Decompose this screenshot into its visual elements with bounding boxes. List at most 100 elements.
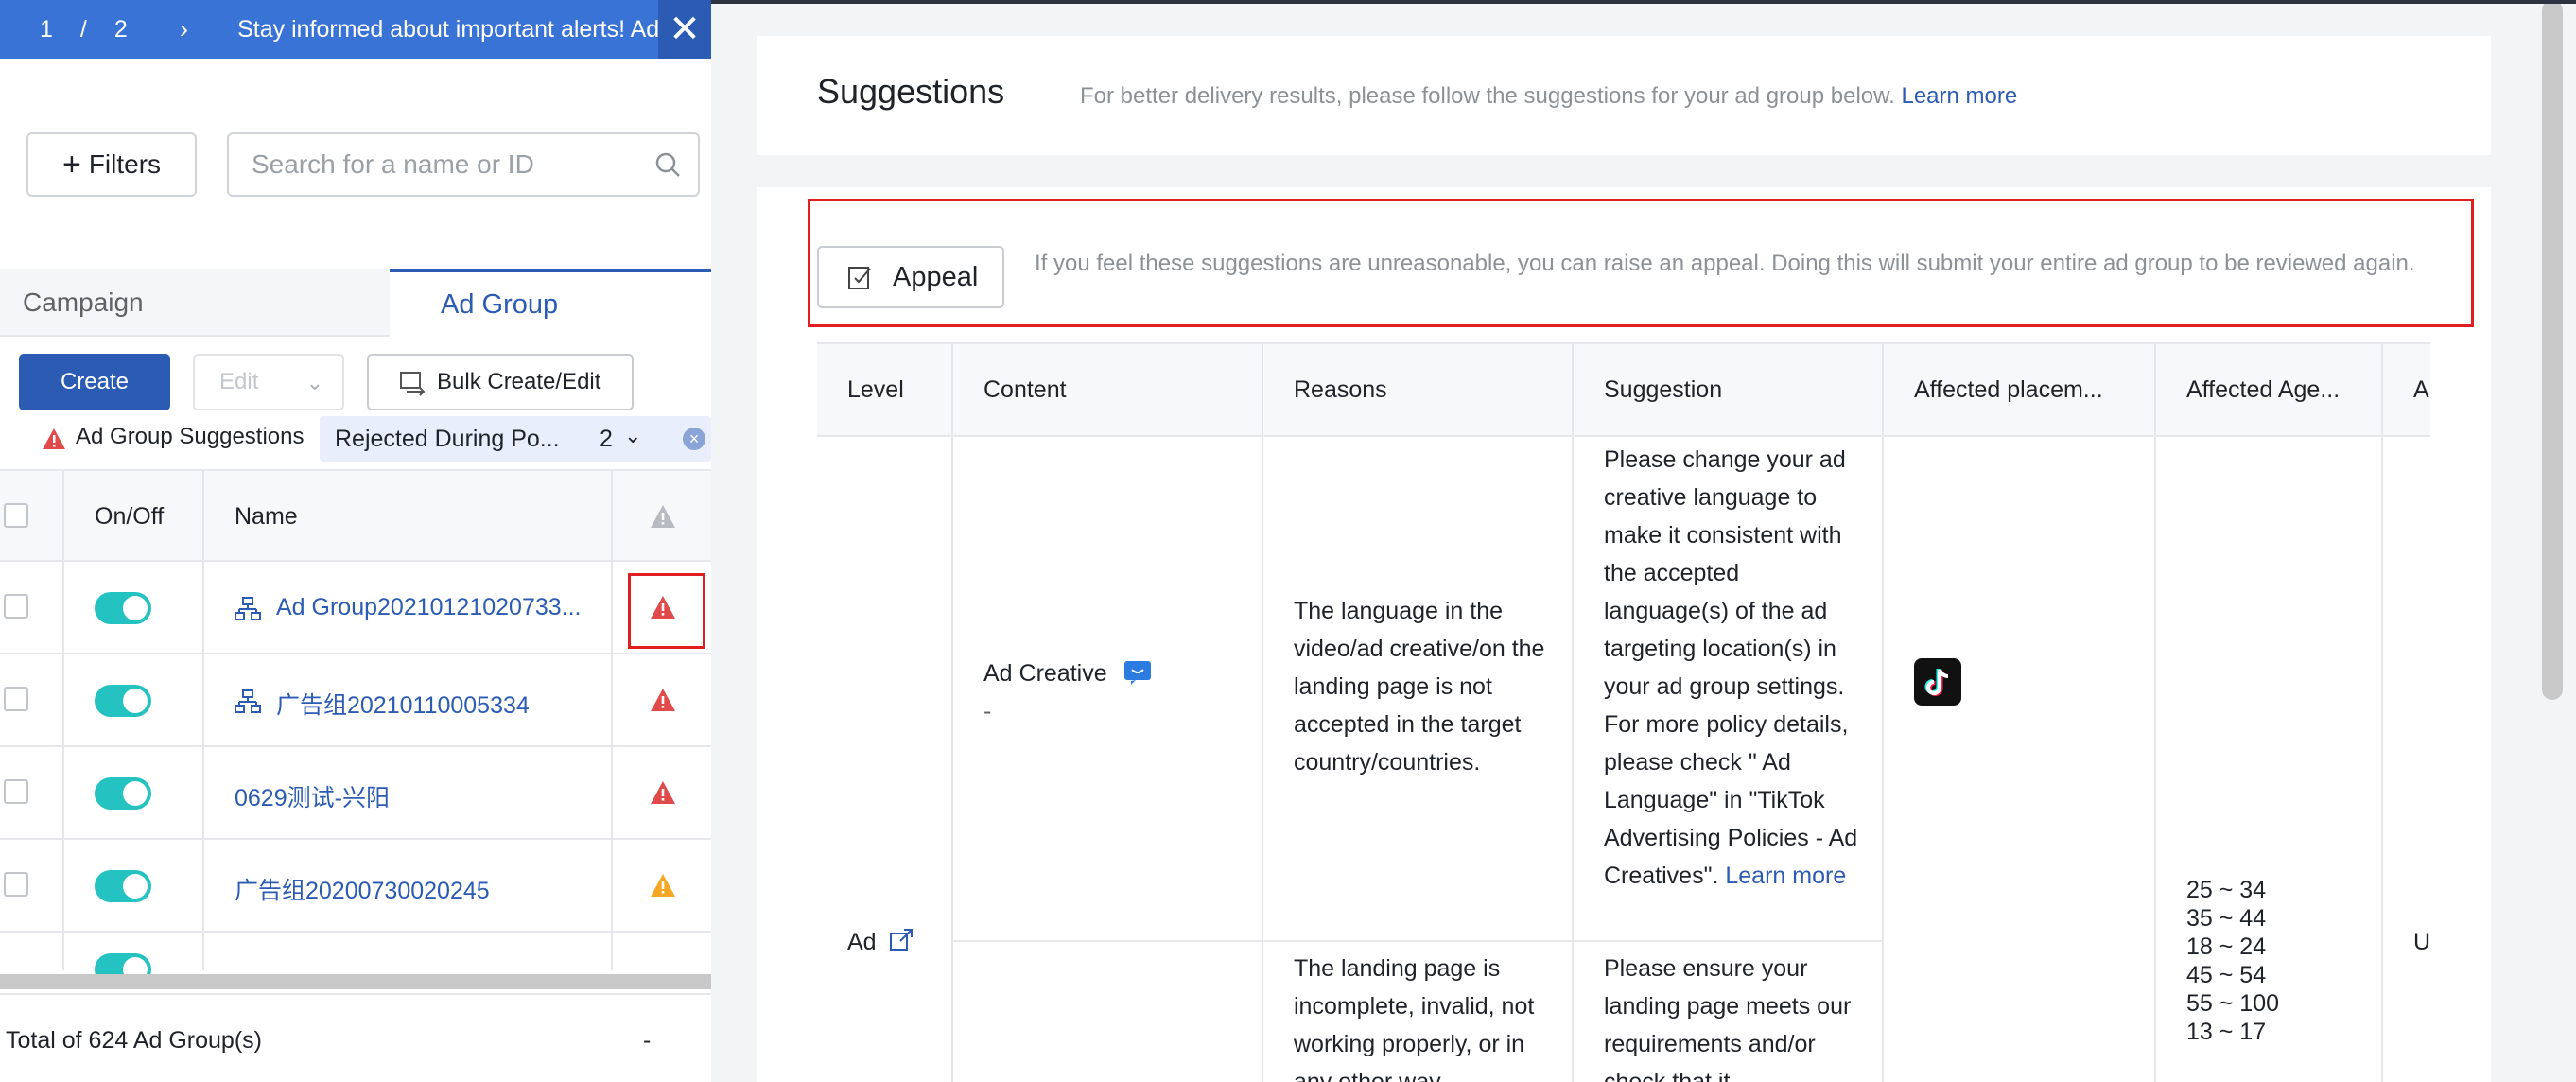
header-suggestion: Suggestion: [1604, 376, 1723, 403]
table-row[interactable]: [0, 933, 711, 986]
row-name-link[interactable]: 广告组20200730020245: [235, 872, 490, 906]
ad-group-suggestions-label[interactable]: Ad Group Suggestions: [76, 424, 305, 450]
learn-more-link[interactable]: Learn more: [1901, 83, 2017, 109]
column-divider: [2381, 342, 2383, 1082]
edit-label: Edit: [219, 369, 259, 394]
search-placeholder: Search for a name or ID: [252, 149, 534, 179]
edit-document-icon: [848, 267, 871, 289]
header-level: Level: [847, 376, 904, 403]
tiktok-icon: [1914, 658, 1961, 706]
warning-icon[interactable]: [649, 687, 677, 713]
horizontal-scrollbar[interactable]: [0, 974, 711, 989]
close-icon[interactable]: ✕: [658, 0, 711, 59]
search-icon: [655, 152, 680, 177]
edit-dropdown[interactable]: Edit ⌄: [193, 354, 344, 410]
chevron-right-icon[interactable]: ›: [180, 14, 188, 44]
header-onoff: On/Off: [95, 503, 165, 530]
alert-pagination: 1 / 2: [26, 16, 142, 44]
age-range: 45 ~ 54: [2186, 962, 2267, 988]
total-count: Total of 624 Ad Group(s): [6, 1027, 262, 1054]
header-content: Content: [983, 376, 1067, 403]
reason-2: The landing page is incomplete, invalid,…: [1294, 955, 1535, 1082]
row-name-link[interactable]: 0629测试-兴阳: [235, 779, 390, 813]
alert-page-sep: /: [79, 15, 88, 43]
warning-highlight-box: [628, 573, 705, 649]
suggestions-table-header: Level Content Reasons Suggestion Affecte…: [817, 342, 2430, 437]
row-checkbox[interactable]: [4, 779, 28, 804]
description-text: For better delivery results, please foll…: [1080, 83, 1895, 109]
suggestions-drawer: Suggestions For better delivery results,…: [711, 0, 2576, 1082]
header-affected-ages: Affected Age...: [2186, 376, 2341, 403]
status-toggle[interactable]: [95, 592, 151, 624]
filters-button[interactable]: + Filters: [26, 132, 197, 197]
clear-filter-icon[interactable]: ×: [683, 428, 705, 450]
column-divider: [1572, 342, 1574, 1082]
suggestion-learn-more-link[interactable]: Learn more: [1725, 863, 1846, 889]
status-toggle[interactable]: [95, 870, 151, 902]
level-cell: Ad: [847, 923, 914, 961]
chevron-down-icon[interactable]: ⌄: [624, 424, 641, 448]
create-button[interactable]: Create: [19, 354, 170, 410]
tab-ad-group[interactable]: Ad Group: [390, 269, 711, 337]
column-divider: [951, 342, 953, 1082]
column-divider: [202, 469, 204, 970]
suggestion-2: Please ensure your landing page meets ou…: [1604, 955, 1852, 1082]
level-tabs: Campaign Ad Group: [0, 269, 711, 337]
table-footer: Total of 624 Ad Group(s) -: [0, 993, 711, 1082]
column-divider: [2154, 342, 2156, 1082]
content-cell: Ad Creative -: [983, 654, 1152, 730]
warning-icon[interactable]: [649, 872, 677, 899]
filters-label: Filters: [88, 149, 162, 179]
table-row[interactable]: 广告组20210110005334: [0, 654, 711, 747]
row-checkbox[interactable]: [4, 687, 28, 711]
table-row[interactable]: Ad Group20210121020733...: [0, 562, 711, 654]
alert-page-current: 1: [40, 15, 54, 43]
suggestions-content-card: Appeal If you feel these suggestions are…: [757, 187, 2491, 1082]
row-checkbox[interactable]: [4, 872, 28, 897]
row-name-link[interactable]: Ad Group20210121020733...: [276, 594, 582, 621]
external-link-icon[interactable]: [889, 928, 914, 952]
appeal-description: If you feel these suggestions are unreas…: [1035, 251, 2415, 276]
plus-icon: +: [61, 146, 81, 183]
table-row[interactable]: 广告组20200730020245: [0, 840, 711, 933]
warning-icon[interactable]: [649, 779, 677, 806]
age-range: 55 ~ 100: [2186, 990, 2280, 1017]
column-divider: [1882, 342, 1884, 1082]
chip-count: 2: [600, 426, 613, 452]
header-extra: A: [2413, 376, 2429, 403]
rejected-filter-chip[interactable]: Rejected During Po... 2 ⌄ ×: [320, 416, 711, 462]
table-header: On/Off Name: [0, 469, 711, 562]
chip-label: Rejected During Po...: [335, 425, 560, 452]
comment-icon[interactable]: [1123, 660, 1152, 685]
appeal-button[interactable]: Appeal: [817, 246, 1004, 308]
alert-message[interactable]: Stay informed about important alerts! Ad: [237, 16, 659, 44]
search-input[interactable]: Search for a name or ID: [227, 132, 700, 197]
bulk-label: Bulk Create/Edit: [437, 369, 601, 394]
chevron-down-icon: ⌄: [305, 371, 323, 394]
bulk-create-edit-button[interactable]: Bulk Create/Edit: [367, 354, 634, 410]
select-all-checkbox[interactable]: [4, 503, 28, 528]
vertical-scrollbar[interactable]: [2542, 0, 2563, 700]
column-divider: [1262, 342, 1263, 1082]
row-checkbox[interactable]: [4, 594, 28, 619]
suggestions-header-card: Suggestions For better delivery results,…: [757, 36, 2491, 155]
table-row[interactable]: 0629测试-兴阳: [0, 747, 711, 840]
suggestions-description: For better delivery results, please foll…: [1080, 83, 2017, 110]
column-divider: [62, 469, 64, 970]
tab-campaign[interactable]: Campaign: [0, 269, 390, 337]
header-reasons: Reasons: [1294, 376, 1387, 403]
total-dash: -: [643, 1027, 652, 1054]
age-range: 18 ~ 24: [2186, 934, 2267, 960]
ad-group-icon: [235, 689, 261, 713]
suggestion-1: Please change your ad creative language …: [1604, 441, 1869, 895]
warning-icon: [43, 428, 65, 449]
status-toggle[interactable]: [95, 685, 151, 717]
extra-value: U: [2413, 929, 2430, 955]
suggestion-1-text: Please change your ad creative language …: [1604, 446, 1858, 889]
status-toggle[interactable]: [95, 777, 151, 810]
row-name-link[interactable]: 广告组20210110005334: [276, 687, 530, 721]
alert-banner: 1 / 2 › Stay informed about important aler…: [0, 0, 711, 59]
affected-ages-list: 25 ~ 34 35 ~ 44 18 ~ 24 45 ~ 54 55 ~ 100…: [2186, 876, 2279, 1046]
age-range: 13 ~ 17: [2186, 1019, 2267, 1045]
header-name[interactable]: Name: [235, 503, 298, 531]
